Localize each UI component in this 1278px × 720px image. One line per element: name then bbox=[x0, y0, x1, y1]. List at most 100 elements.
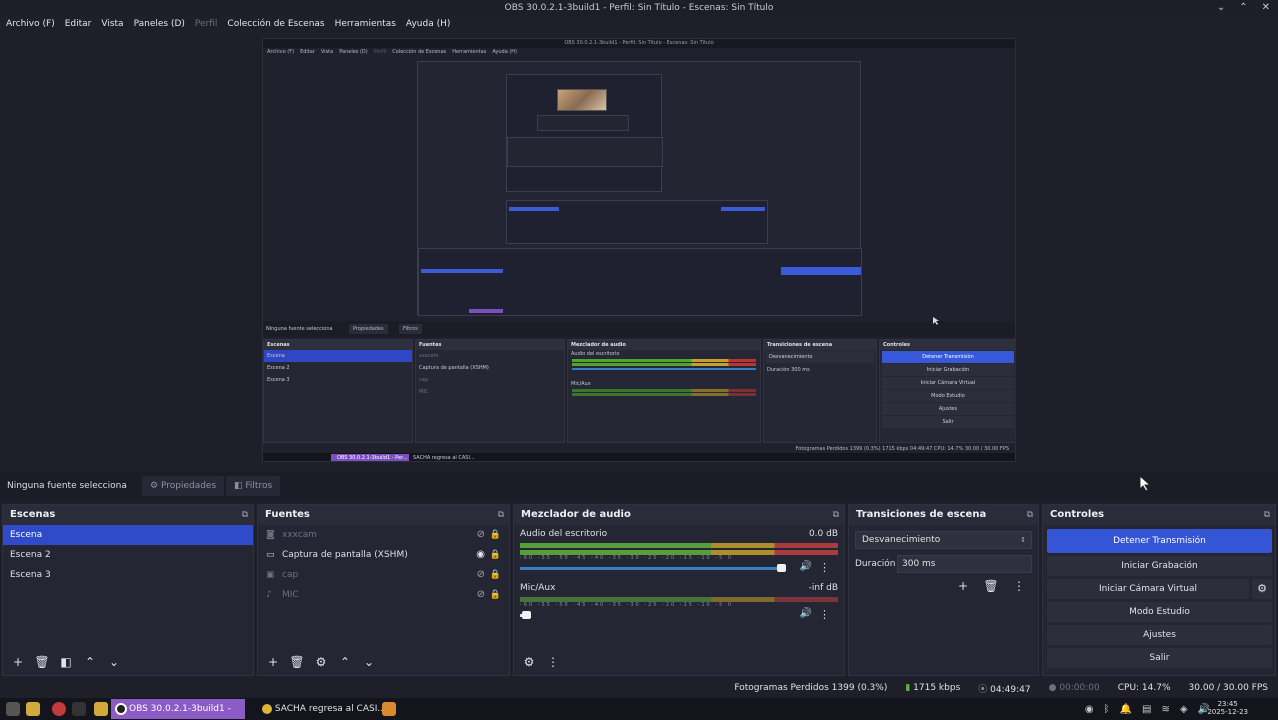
scene-item[interactable]: Escena 3 bbox=[3, 565, 253, 585]
close-icon[interactable]: ✕ bbox=[1262, 0, 1270, 16]
scene-item[interactable]: Escena bbox=[3, 525, 253, 545]
eye-hidden-icon[interactable]: ⊘ bbox=[477, 585, 485, 605]
minimize-icon[interactable]: ⌄ bbox=[1217, 0, 1225, 16]
trash-icon[interactable]: 🗑 bbox=[33, 653, 51, 671]
speaker-icon[interactable]: 🔊 bbox=[800, 561, 812, 572]
menu-editar[interactable]: Editar bbox=[65, 19, 92, 29]
up-icon[interactable]: ⌃ bbox=[81, 653, 99, 671]
source-item[interactable]: ▣ cap ⊘ 🔒 bbox=[258, 565, 509, 585]
folder-icon[interactable] bbox=[94, 702, 108, 716]
transition-toolbar: + 🗑 ⋮ bbox=[954, 577, 1028, 595]
app-icon[interactable] bbox=[382, 702, 396, 716]
add-icon[interactable]: + bbox=[264, 653, 282, 671]
undock-icon[interactable]: ⧉ bbox=[1027, 505, 1033, 525]
lock-icon[interactable]: 🔒 bbox=[490, 585, 501, 605]
nested-deeper-4 bbox=[507, 137, 663, 167]
notification-icon[interactable]: 🔔 bbox=[1120, 704, 1132, 715]
filter-icon[interactable]: ◧ bbox=[57, 653, 75, 671]
clipboard-icon[interactable]: ▤ bbox=[1142, 704, 1151, 715]
add-icon[interactable]: + bbox=[954, 577, 972, 595]
transition-select[interactable]: Desvanecimiento ⇕ bbox=[855, 531, 1032, 549]
source-item[interactable]: ♪ MIC ⊘ 🔒 bbox=[258, 585, 509, 605]
volume-slider[interactable]: 🔊 ⋮ bbox=[520, 608, 838, 621]
down-icon[interactable]: ⌄ bbox=[105, 653, 123, 671]
start-virtual-camera-button[interactable]: Iniciar Cámara Virtual bbox=[1047, 579, 1249, 599]
channel-db: -inf dB bbox=[808, 583, 838, 593]
menu-ayuda[interactable]: Ayuda (H) bbox=[406, 19, 450, 29]
undock-icon[interactable]: ⧉ bbox=[242, 505, 248, 525]
menu-vista[interactable]: Vista bbox=[101, 19, 123, 29]
down-icon[interactable]: ⌄ bbox=[360, 653, 378, 671]
lock-icon[interactable]: 🔒 bbox=[490, 525, 501, 545]
stream-icon: ⦿ bbox=[978, 684, 988, 695]
gear-icon[interactable]: ⚙ bbox=[312, 653, 330, 671]
stop-stream-button[interactable]: Detener Transmisión bbox=[1047, 529, 1272, 553]
start-recording-button[interactable]: Iniciar Grabación bbox=[1047, 556, 1272, 576]
virtual-camera-settings-icon[interactable]: ⚙ bbox=[1252, 579, 1272, 599]
properties-button[interactable]: ⚙ Propiedades bbox=[142, 476, 225, 496]
more-icon[interactable]: ⋮ bbox=[819, 608, 830, 621]
eye-hidden-icon[interactable]: ⊘ bbox=[477, 565, 485, 585]
menu-perfil[interactable]: Perfil bbox=[195, 19, 218, 29]
exit-button[interactable]: Salir bbox=[1047, 648, 1272, 668]
trash-icon[interactable]: 🗑 bbox=[982, 577, 1000, 595]
duration-input[interactable]: 300 ms bbox=[897, 555, 1032, 573]
files-icon[interactable] bbox=[26, 702, 40, 716]
no-source-label: Ninguna fuente selecciona bbox=[7, 481, 127, 491]
scenes-title: Escenas bbox=[10, 509, 56, 520]
gear-icon: ⚙ bbox=[150, 481, 159, 491]
obs-icon bbox=[115, 703, 127, 715]
more-icon[interactable]: ⋮ bbox=[1010, 577, 1028, 595]
gear-icon[interactable]: ⚙ bbox=[520, 653, 538, 671]
scene-item[interactable]: Escena 2 bbox=[3, 545, 253, 565]
menu-paneles[interactable]: Paneles (D) bbox=[134, 19, 185, 29]
bluetooth-icon[interactable]: ᛒ bbox=[1104, 704, 1110, 715]
browser-icon[interactable] bbox=[52, 702, 66, 716]
clock[interactable]: 23:45 2025-12-23 bbox=[1207, 700, 1248, 716]
meter-ticks: -60 -55 -50 -45 -40 -35 -30 -25 -20 -15 … bbox=[520, 555, 734, 561]
more-icon[interactable]: ⋮ bbox=[544, 653, 562, 671]
channel-db: 0.0 dB bbox=[808, 529, 838, 539]
menu-archivo[interactable]: Archivo (F) bbox=[6, 19, 55, 29]
volume-slider[interactable]: 🔊 ⋮ bbox=[520, 561, 838, 574]
app-launcher-icon[interactable] bbox=[6, 702, 20, 716]
filters-button[interactable]: ◧ Filtros bbox=[226, 476, 281, 496]
speaker-icon[interactable]: 🔊 bbox=[800, 608, 812, 619]
monitor-icon: ▭ bbox=[266, 550, 275, 560]
terminal-icon[interactable] bbox=[72, 702, 86, 716]
maximize-icon[interactable]: ⌃ bbox=[1239, 0, 1247, 16]
studio-mode-button[interactable]: Modo Estudio bbox=[1047, 602, 1272, 622]
bitrate: 1715 kbps bbox=[913, 683, 961, 693]
undock-icon[interactable]: ⧉ bbox=[1264, 505, 1270, 525]
network-icon[interactable]: ◈ bbox=[1180, 704, 1188, 715]
lock-icon[interactable]: 🔒 bbox=[490, 565, 501, 585]
lock-icon[interactable]: 🔒 bbox=[490, 545, 501, 565]
settings-button[interactable]: Ajustes bbox=[1047, 625, 1272, 645]
taskbar-obs-window[interactable]: OBS 30.0.2.1-3build1 - Per... bbox=[111, 699, 245, 719]
source-item[interactable]: ◙ xxxcam ⊘ 🔒 bbox=[258, 525, 509, 545]
nested-taskbar: OBS 30.0.2.1-3build1 - Per... SACHA regr… bbox=[263, 453, 1015, 461]
window-titlebar: OBS 30.0.2.1-3build1 - Perfil: Sin Títul… bbox=[0, 0, 1278, 16]
chrome-icon bbox=[262, 703, 272, 714]
trash-icon[interactable]: 🗑 bbox=[288, 653, 306, 671]
eye-icon[interactable]: ◉ bbox=[476, 545, 485, 565]
wifi-icon[interactable]: ≋ bbox=[1161, 704, 1169, 715]
up-icon[interactable]: ⌃ bbox=[336, 653, 354, 671]
menu-herramientas[interactable]: Herramientas bbox=[335, 19, 396, 29]
undock-icon[interactable]: ⧉ bbox=[498, 505, 504, 525]
controls-title: Controles bbox=[1050, 509, 1105, 520]
controls-dock: Controles ⧉ Detener Transmisión Iniciar G… bbox=[1042, 504, 1276, 676]
taskbar-browser-window[interactable]: SACHA regresa al CASI... bbox=[262, 699, 386, 719]
undock-icon[interactable]: ⧉ bbox=[833, 505, 839, 525]
add-icon[interactable]: + bbox=[9, 653, 27, 671]
menu-coleccion-escenas[interactable]: Colección de Escenas bbox=[227, 19, 324, 29]
cpu-usage: CPU: 14.7% bbox=[1117, 683, 1171, 693]
mixer-channel: Mic/Aux -inf dB -60 -55 -50 -45 -40 -35 … bbox=[514, 579, 844, 621]
nested-deeper-2 bbox=[506, 74, 663, 192]
nested-cursor-icon bbox=[933, 317, 939, 325]
preview-canvas[interactable]: OBS 30.0.2.1-3build1 - Perfil: Sin Títul… bbox=[0, 32, 1278, 472]
source-item[interactable]: ▭ Captura de pantalla (XSHM) ◉ 🔒 bbox=[258, 545, 509, 565]
tray-app-icon[interactable]: ◉ bbox=[1085, 704, 1094, 715]
more-icon[interactable]: ⋮ bbox=[819, 561, 830, 574]
eye-hidden-icon[interactable]: ⊘ bbox=[477, 525, 485, 545]
